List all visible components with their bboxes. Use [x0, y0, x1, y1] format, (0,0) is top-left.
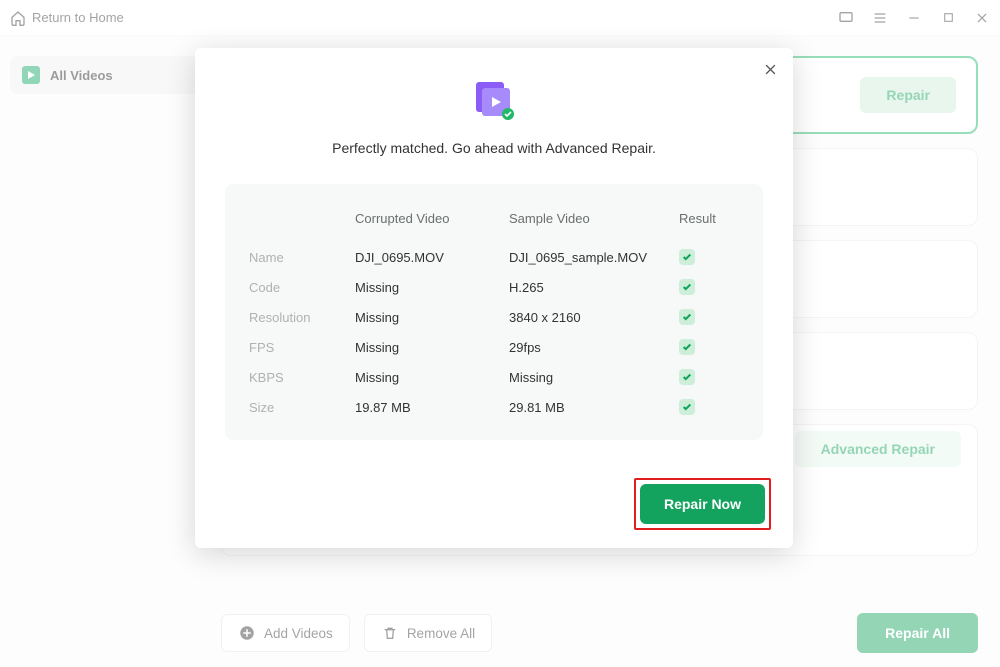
row-corrupted: 19.87 MB	[355, 400, 509, 415]
row-corrupted: Missing	[355, 340, 509, 355]
table-row: NameDJI_0695.MOVDJI_0695_sample.MOV	[249, 242, 739, 272]
row-corrupted: Missing	[355, 310, 509, 325]
row-result	[679, 369, 739, 385]
row-sample: 29fps	[509, 340, 679, 355]
video-file-icon	[472, 80, 516, 120]
table-row: ResolutionMissing3840 x 2160	[249, 302, 739, 332]
check-icon	[679, 369, 695, 385]
row-corrupted: Missing	[355, 280, 509, 295]
modal-title: Perfectly matched. Go ahead with Advance…	[195, 140, 793, 156]
row-result	[679, 279, 739, 295]
table-row: FPSMissing29fps	[249, 332, 739, 362]
repair-now-highlight: Repair Now	[634, 478, 771, 530]
row-label: FPS	[249, 340, 355, 355]
row-sample: 3840 x 2160	[509, 310, 679, 325]
check-icon	[679, 309, 695, 325]
repair-now-button[interactable]: Repair Now	[640, 484, 765, 524]
check-icon	[679, 279, 695, 295]
check-icon	[679, 399, 695, 415]
row-result	[679, 399, 739, 415]
table-row: KBPSMissingMissing	[249, 362, 739, 392]
row-corrupted: DJI_0695.MOV	[355, 250, 509, 265]
row-sample: 29.81 MB	[509, 400, 679, 415]
table-row: CodeMissingH.265	[249, 272, 739, 302]
row-label: Resolution	[249, 310, 355, 325]
row-label: Size	[249, 400, 355, 415]
row-corrupted: Missing	[355, 370, 509, 385]
row-result	[679, 249, 739, 265]
check-icon	[679, 249, 695, 265]
row-sample: H.265	[509, 280, 679, 295]
row-result	[679, 309, 739, 325]
comparison-table: Corrupted Video Sample Video Result Name…	[225, 184, 763, 440]
table-row: Size19.87 MB29.81 MB	[249, 392, 739, 422]
row-result	[679, 339, 739, 355]
check-icon	[679, 339, 695, 355]
row-label: Name	[249, 250, 355, 265]
row-label: KBPS	[249, 370, 355, 385]
modal-close-button[interactable]	[759, 58, 781, 80]
table-header: Corrupted Video Sample Video Result	[249, 204, 739, 242]
row-label: Code	[249, 280, 355, 295]
advanced-repair-modal: Perfectly matched. Go ahead with Advance…	[195, 48, 793, 548]
row-sample: Missing	[509, 370, 679, 385]
row-sample: DJI_0695_sample.MOV	[509, 250, 679, 265]
